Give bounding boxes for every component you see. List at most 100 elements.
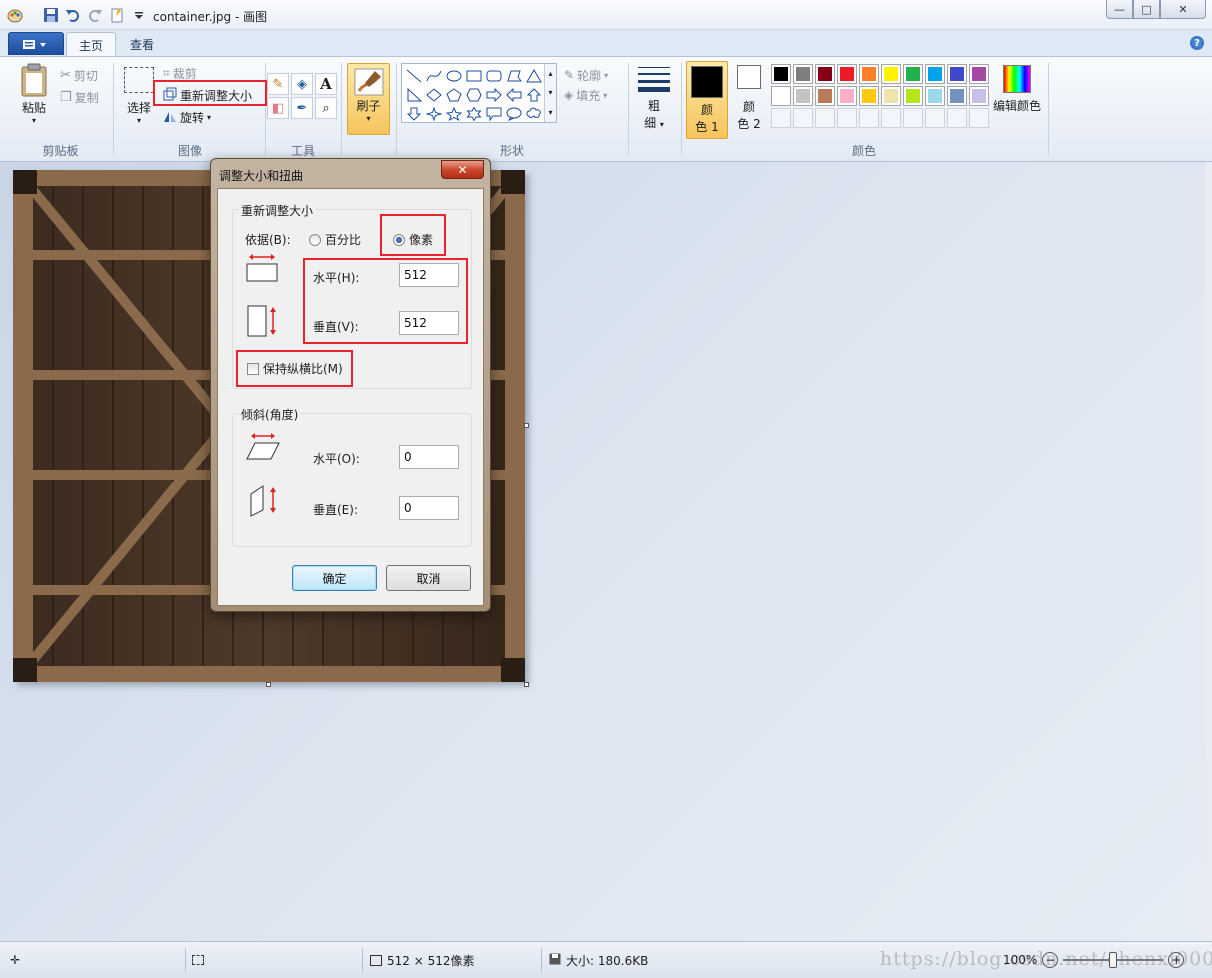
palette-swatch-empty[interactable] bbox=[947, 108, 967, 128]
palette-swatch-empty[interactable] bbox=[969, 108, 989, 128]
pixels-radio[interactable]: 像素 bbox=[393, 231, 433, 248]
palette-swatch[interactable] bbox=[903, 86, 923, 106]
resize-button[interactable]: 重新调整大小 bbox=[163, 85, 252, 105]
skew-vertical-input[interactable] bbox=[399, 496, 459, 520]
palette-swatch-empty[interactable] bbox=[859, 108, 879, 128]
canvas-area[interactable] bbox=[0, 162, 1205, 941]
text-tool-button[interactable]: A bbox=[315, 73, 337, 95]
rounded-rectangle-shape-icon[interactable] bbox=[484, 66, 504, 85]
vertical-scrollbar[interactable] bbox=[1205, 162, 1212, 941]
curve-shape-icon[interactable] bbox=[424, 66, 444, 85]
keep-aspect-ratio-checkbox[interactable]: 保持纵横比(M) bbox=[247, 360, 343, 377]
palette-swatch-empty[interactable] bbox=[881, 108, 901, 128]
down-arrow-shape-icon[interactable] bbox=[404, 104, 424, 123]
line-shape-icon[interactable] bbox=[404, 66, 424, 85]
save-icon[interactable] bbox=[42, 6, 60, 24]
brushes-button[interactable]: 刷子 ▾ bbox=[347, 63, 390, 135]
ok-button[interactable]: 确定 bbox=[292, 565, 377, 591]
hexagon-shape-icon[interactable] bbox=[464, 85, 484, 104]
undo-icon[interactable] bbox=[64, 6, 82, 24]
color2-button[interactable]: 颜 色 2 bbox=[732, 65, 766, 132]
minimize-button[interactable]: — bbox=[1106, 0, 1133, 19]
right-arrow-shape-icon[interactable] bbox=[484, 85, 504, 104]
palette-swatch[interactable] bbox=[815, 86, 835, 106]
palette-swatch[interactable] bbox=[837, 64, 857, 84]
triangle-shape-icon[interactable] bbox=[524, 66, 544, 85]
rectangle-shape-icon[interactable] bbox=[464, 66, 484, 85]
palette-swatch[interactable] bbox=[969, 86, 989, 106]
crop-button[interactable]: ⌗ 裁剪 bbox=[163, 63, 197, 83]
diamond-shape-icon[interactable] bbox=[424, 85, 444, 104]
palette-swatch[interactable] bbox=[925, 64, 945, 84]
resize-handle-right[interactable] bbox=[524, 423, 529, 428]
palette-swatch[interactable] bbox=[815, 64, 835, 84]
rect-callout-shape-icon[interactable] bbox=[484, 104, 504, 123]
palette-swatch[interactable] bbox=[837, 86, 857, 106]
redo-icon[interactable] bbox=[86, 6, 104, 24]
pencil-tool-button[interactable]: ✎ bbox=[267, 73, 289, 95]
close-window-button[interactable]: ✕ bbox=[1160, 0, 1206, 19]
color1-button[interactable]: 颜 色 1 bbox=[686, 61, 728, 139]
help-icon[interactable]: ? bbox=[1190, 36, 1204, 50]
size-button[interactable]: 粗 细 ▾ bbox=[636, 65, 672, 131]
palette-swatch[interactable] bbox=[859, 86, 879, 106]
maximize-button[interactable]: □ bbox=[1133, 0, 1160, 19]
palette-swatch[interactable] bbox=[881, 86, 901, 106]
palette-swatch[interactable] bbox=[925, 86, 945, 106]
customize-qat-icon[interactable] bbox=[130, 6, 148, 24]
four-point-star-shape-icon[interactable] bbox=[424, 104, 444, 123]
edit-colors-button[interactable]: 编辑颜色 bbox=[990, 65, 1044, 114]
vertical-size-input[interactable] bbox=[399, 311, 459, 335]
up-arrow-shape-icon[interactable] bbox=[524, 85, 544, 104]
zoom-thumb[interactable] bbox=[1109, 952, 1118, 968]
color-picker-tool-button[interactable]: ✒ bbox=[291, 97, 313, 119]
palette-swatch-empty[interactable] bbox=[793, 108, 813, 128]
shapes-scroll[interactable]: ▴ ▾ ▾ bbox=[544, 64, 556, 122]
dialog-close-button[interactable]: ✕ bbox=[441, 160, 484, 179]
skew-horizontal-input[interactable] bbox=[399, 445, 459, 469]
zoom-in-button[interactable]: + bbox=[1168, 952, 1185, 968]
select-button[interactable]: 选择 ▾ bbox=[119, 67, 159, 125]
outline-button[interactable]: ✎ 轮廓 ▾ bbox=[564, 65, 608, 85]
cancel-button[interactable]: 取消 bbox=[386, 565, 471, 591]
palette-swatch[interactable] bbox=[793, 64, 813, 84]
left-arrow-shape-icon[interactable] bbox=[504, 85, 524, 104]
six-point-star-shape-icon[interactable] bbox=[464, 104, 484, 123]
resize-handle-bottom[interactable] bbox=[266, 682, 271, 687]
cut-button[interactable]: ✂ 剪切 bbox=[60, 65, 98, 85]
palette-swatch-empty[interactable] bbox=[837, 108, 857, 128]
palette-swatch-empty[interactable] bbox=[925, 108, 945, 128]
magnifier-tool-button[interactable]: ⌕ bbox=[315, 97, 337, 119]
resize-handle-corner[interactable] bbox=[524, 682, 529, 687]
zoom-slider[interactable] bbox=[1063, 952, 1164, 968]
palette-swatch[interactable] bbox=[903, 64, 923, 84]
palette-swatch[interactable] bbox=[947, 64, 967, 84]
palette-swatch[interactable] bbox=[969, 64, 989, 84]
right-triangle-shape-icon[interactable] bbox=[404, 85, 424, 104]
palette-swatch[interactable] bbox=[947, 86, 967, 106]
palette-swatch[interactable] bbox=[881, 64, 901, 84]
paint-menu-button[interactable] bbox=[8, 32, 64, 55]
palette-swatch[interactable] bbox=[793, 86, 813, 106]
paste-button[interactable]: 粘贴 ▾ bbox=[14, 63, 54, 125]
palette-swatch-empty[interactable] bbox=[771, 108, 791, 128]
cloud-callout-shape-icon[interactable] bbox=[524, 104, 544, 123]
five-point-star-shape-icon[interactable] bbox=[444, 104, 464, 123]
rotate-button[interactable]: 旋转 ▾ bbox=[163, 107, 211, 127]
pentagon-shape-icon[interactable] bbox=[444, 85, 464, 104]
palette-swatch-empty[interactable] bbox=[903, 108, 923, 128]
zoom-out-button[interactable]: − bbox=[1042, 952, 1059, 968]
percent-radio[interactable]: 百分比 bbox=[309, 231, 361, 248]
copy-button[interactable]: ❐ 复制 bbox=[60, 87, 99, 107]
polygon-shape-icon[interactable] bbox=[504, 66, 524, 85]
palette-swatch[interactable] bbox=[771, 64, 791, 84]
tab-view[interactable]: 查看 bbox=[118, 32, 166, 57]
eraser-tool-button[interactable]: ◧ bbox=[267, 97, 289, 119]
horizontal-size-input[interactable] bbox=[399, 263, 459, 287]
tab-home[interactable]: 主页 bbox=[66, 32, 117, 57]
fill-tool-button[interactable]: ◈ bbox=[291, 73, 313, 95]
palette-swatch[interactable] bbox=[859, 64, 879, 84]
fill-button[interactable]: ◈ 填充 ▾ bbox=[564, 85, 607, 105]
oval-callout-shape-icon[interactable] bbox=[504, 104, 524, 123]
palette-swatch-empty[interactable] bbox=[815, 108, 835, 128]
